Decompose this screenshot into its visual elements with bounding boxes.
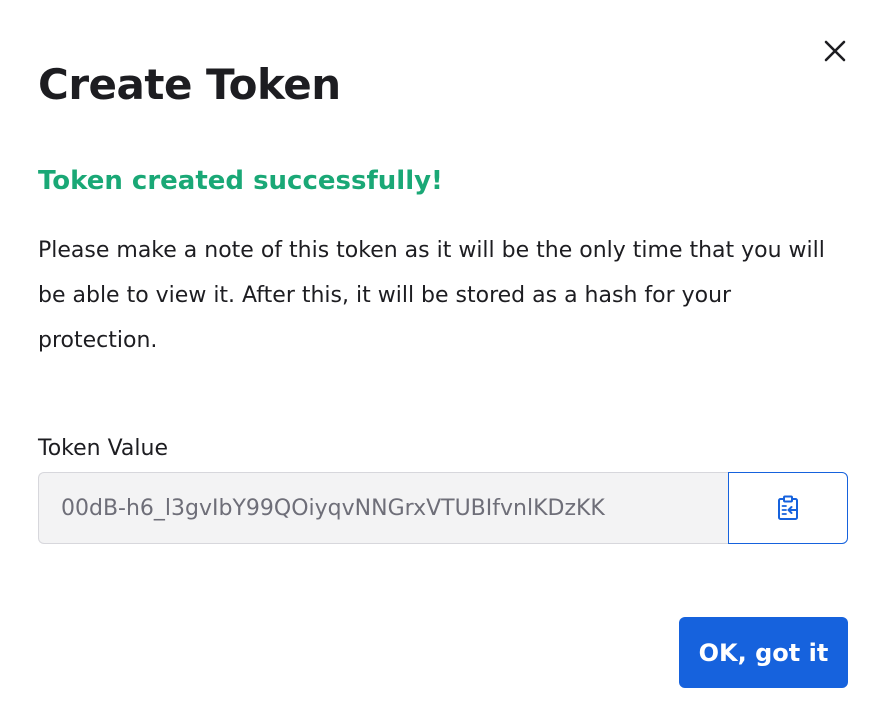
token-value-label: Token Value xyxy=(38,436,169,461)
close-button[interactable] xyxy=(816,32,854,70)
copy-token-button[interactable] xyxy=(728,472,848,544)
close-icon xyxy=(824,40,846,62)
token-field-group: 00dB-h6_l3gvIbY99QOiyqvNNGrxVTUBIfvnlKDz… xyxy=(38,472,848,544)
create-token-dialog: Create Token Token created successfully!… xyxy=(0,0,885,720)
copy-to-clipboard-icon xyxy=(778,495,798,520)
success-message: Token created successfully! xyxy=(38,166,443,196)
ok-got-it-button[interactable]: OK, got it xyxy=(679,617,848,688)
dialog-title: Create Token xyxy=(38,60,341,109)
token-description: Please make a note of this token as it w… xyxy=(38,238,825,353)
token-value-field[interactable]: 00dB-h6_l3gvIbY99QOiyqvNNGrxVTUBIfvnlKDz… xyxy=(38,472,728,544)
